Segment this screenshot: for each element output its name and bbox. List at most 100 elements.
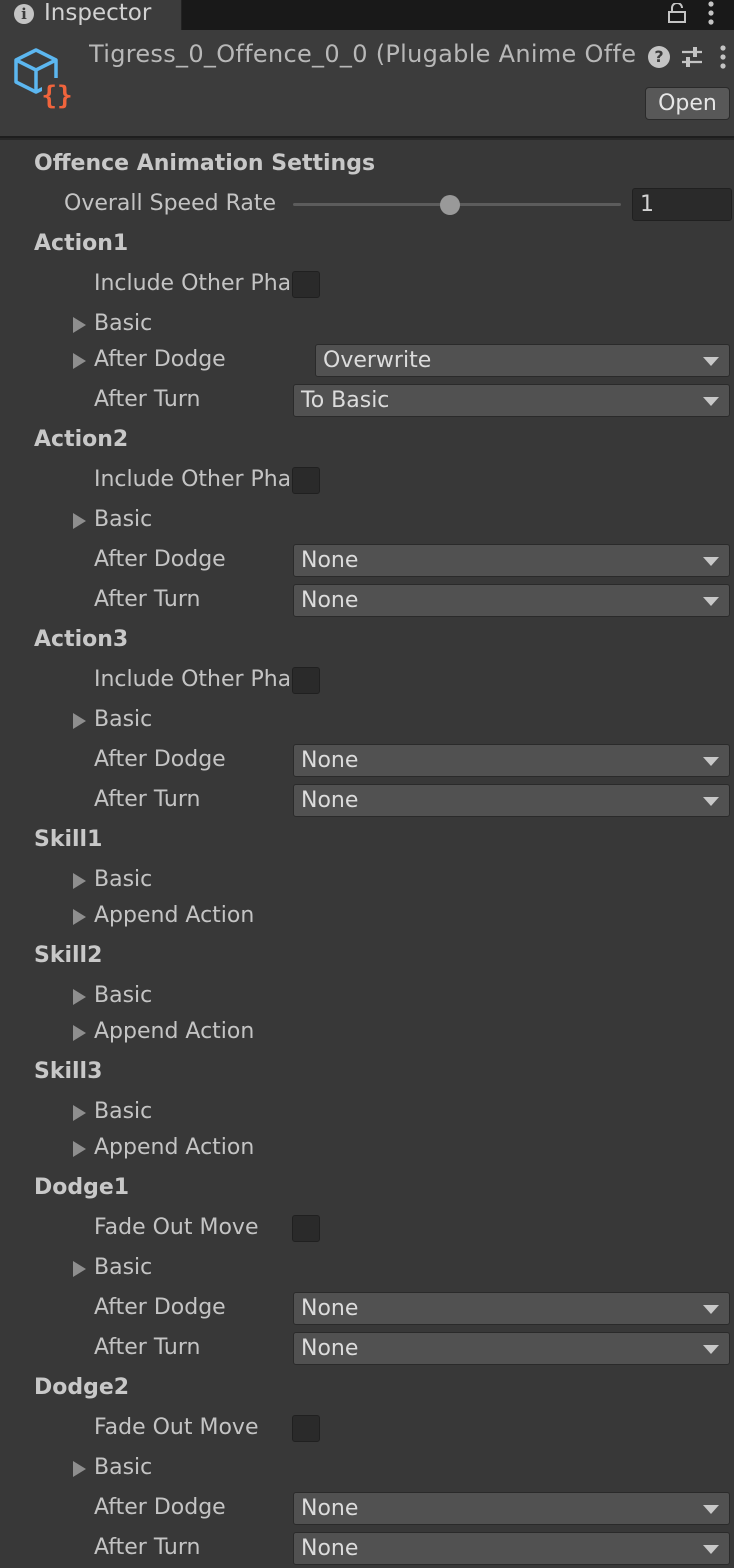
dropdown-arrow-icon: [703, 357, 719, 366]
section-title: Skill2: [34, 943, 103, 968]
context-menu-icon[interactable]: [716, 44, 730, 70]
foldout-arrow-icon: [73, 513, 86, 529]
foldout-label: Basic: [94, 1455, 153, 1480]
action3-header[interactable]: Action3: [0, 622, 734, 658]
action3-basic-foldout[interactable]: Basic: [0, 702, 734, 738]
fade-out-move-checkbox[interactable]: [292, 1215, 320, 1242]
after-turn-dropdown[interactable]: None: [293, 1332, 730, 1365]
presets-icon[interactable]: [680, 44, 704, 70]
dodge1-after-dodge-row: After Dodge None: [0, 1290, 734, 1326]
skill2-append-action-foldout[interactable]: Append Action: [0, 1014, 734, 1050]
action3-after-turn-row: After Turn None: [0, 782, 734, 818]
action2-basic-foldout[interactable]: Basic: [0, 502, 734, 538]
dodge1-after-turn-row: After Turn None: [0, 1330, 734, 1366]
dodge1-header[interactable]: Dodge1: [0, 1170, 734, 1206]
dropdown-arrow-icon: [703, 1505, 719, 1514]
dropdown-value: None: [301, 1296, 359, 1321]
include-other-phases-checkbox[interactable]: [292, 467, 320, 494]
dropdown-value: None: [301, 588, 359, 613]
field-label: After Dodge: [94, 547, 226, 572]
foldout-arrow-icon: [73, 1461, 86, 1477]
dodge1-fade-out-move-row: Fade Out Move: [0, 1210, 734, 1246]
action1-basic-foldout[interactable]: Basic: [0, 306, 734, 342]
speed-value: 1: [640, 192, 654, 217]
info-icon: i: [14, 4, 34, 24]
dodge2-after-turn-row: After Turn None: [0, 1530, 734, 1566]
after-turn-dropdown[interactable]: None: [293, 584, 730, 617]
dropdown-value: None: [301, 748, 359, 773]
after-dodge-dropdown[interactable]: None: [293, 1492, 730, 1525]
dodge2-after-dodge-row: After Dodge None: [0, 1490, 734, 1526]
field-label: Fade Out Move: [94, 1415, 259, 1440]
action1-header[interactable]: Action1: [0, 226, 734, 262]
dropdown-arrow-icon: [703, 757, 719, 766]
settings-header-row: Offence Animation Settings: [0, 146, 734, 182]
section-title: Dodge1: [34, 1175, 130, 1200]
speed-slider-thumb[interactable]: [440, 195, 461, 215]
foldout-label: Basic: [94, 867, 153, 892]
section-title: Offence Animation Settings: [34, 151, 376, 176]
dodge1-basic-foldout[interactable]: Basic: [0, 1250, 734, 1286]
foldout-arrow-icon[interactable]: [73, 353, 86, 369]
after-dodge-dropdown[interactable]: None: [293, 744, 730, 777]
after-turn-dropdown[interactable]: None: [293, 1532, 730, 1565]
dodge2-fade-out-move-row: Fade Out Move: [0, 1410, 734, 1446]
skill1-basic-foldout[interactable]: Basic: [0, 862, 734, 898]
skill1-append-action-foldout[interactable]: Append Action: [0, 898, 734, 934]
scriptable-object-icon: {}: [14, 48, 73, 110]
foldout-arrow-icon: [73, 1261, 86, 1277]
skill3-basic-foldout[interactable]: Basic: [0, 1094, 734, 1130]
dropdown-arrow-icon: [703, 797, 719, 806]
after-turn-dropdown[interactable]: To Basic: [293, 384, 730, 417]
skill1-header[interactable]: Skill1: [0, 822, 734, 858]
action3-after-dodge-row: After Dodge None: [0, 742, 734, 778]
dodge2-header[interactable]: Dodge2: [0, 1370, 734, 1406]
tab-bar: i Inspector: [0, 0, 734, 30]
action2-header[interactable]: Action2: [0, 422, 734, 458]
skill3-append-action-foldout[interactable]: Append Action: [0, 1130, 734, 1166]
include-other-phases-checkbox[interactable]: [292, 667, 320, 694]
foldout-label: Append Action: [94, 1019, 255, 1044]
skill3-header[interactable]: Skill3: [0, 1054, 734, 1090]
tab-menu-icon[interactable]: [704, 0, 718, 26]
action1-include-other-phases-row: Include Other Phases: [0, 266, 734, 302]
dropdown-value: Overwrite: [323, 348, 432, 373]
section-title: Action1: [34, 231, 129, 256]
section-title: Skill1: [34, 827, 103, 852]
foldout-arrow-icon: [73, 1025, 86, 1041]
dropdown-value: None: [301, 548, 359, 573]
after-dodge-dropdown[interactable]: None: [293, 544, 730, 577]
field-label: Include Other Phases: [94, 667, 289, 692]
foldout-label: Basic: [94, 1099, 153, 1124]
action3-include-other-phases-row: Include Other Phases: [0, 662, 734, 698]
dropdown-arrow-icon: [703, 397, 719, 406]
lock-icon[interactable]: [668, 3, 686, 23]
skill2-header[interactable]: Skill2: [0, 938, 734, 974]
speed-number-field[interactable]: 1: [632, 188, 732, 221]
section-title: Skill3: [34, 1059, 103, 1084]
section-title: Action3: [34, 627, 129, 652]
dodge2-basic-foldout[interactable]: Basic: [0, 1450, 734, 1486]
tab-inspector[interactable]: i Inspector: [0, 0, 182, 30]
inspector-header: {} Tigress_0_Offence_0_0 (Plugable Anime…: [0, 30, 734, 138]
after-dodge-dropdown[interactable]: None: [293, 1292, 730, 1325]
speed-rate-row: Overall Speed Rate 1: [0, 186, 734, 222]
dropdown-value: None: [301, 1336, 359, 1361]
action2-after-turn-row: After Turn None: [0, 582, 734, 618]
fade-out-move-checkbox[interactable]: [292, 1415, 320, 1442]
dropdown-value: None: [301, 788, 359, 813]
svg-text:{}: {}: [41, 81, 72, 110]
help-icon[interactable]: ?: [648, 46, 670, 68]
foldout-label: Basic: [94, 707, 153, 732]
skill2-basic-foldout[interactable]: Basic: [0, 978, 734, 1014]
dropdown-arrow-icon: [703, 1545, 719, 1554]
after-turn-dropdown[interactable]: None: [293, 784, 730, 817]
field-label: After Dodge: [94, 1295, 226, 1320]
after-dodge-dropdown[interactable]: Overwrite: [315, 344, 730, 377]
action1-after-dodge-row: After Dodge Overwrite: [0, 342, 734, 378]
foldout-arrow-icon: [73, 1105, 86, 1121]
include-other-phases-checkbox[interactable]: [292, 271, 320, 298]
open-button[interactable]: Open: [645, 87, 730, 120]
foldout-arrow-icon: [73, 873, 86, 889]
field-label: Fade Out Move: [94, 1215, 259, 1240]
